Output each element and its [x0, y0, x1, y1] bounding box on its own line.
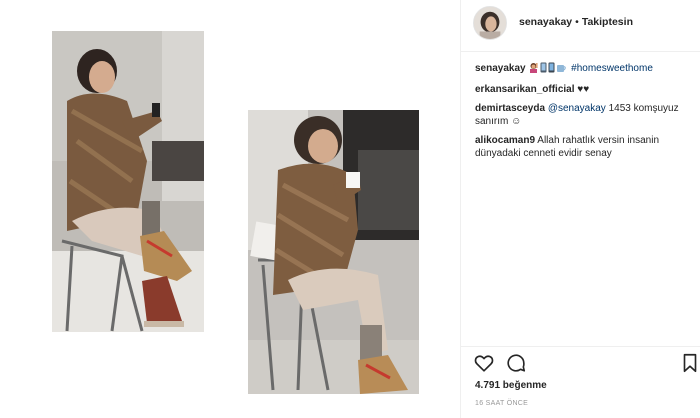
comment-item: alikocaman9 Allah rahatlık versin insani… [475, 134, 697, 160]
speech-bubble-icon[interactable] [505, 352, 527, 374]
comment-item: demirtasceyda @senayakay 1453 komşuyuz s… [475, 102, 697, 128]
phone-emoji-icon [548, 62, 555, 77]
comment-text: ♥♥ [577, 84, 590, 95]
follow-status[interactable]: Takiptesin [582, 16, 633, 28]
divider [461, 346, 700, 347]
heart-icon[interactable] [473, 352, 495, 374]
post-header: senayakay • Takiptesin [461, 0, 700, 52]
comment-username-link[interactable]: alikocaman9 [475, 135, 535, 146]
hashtag-link[interactable]: #homesweethome [571, 63, 653, 74]
mention-link[interactable]: @senayakay [548, 103, 606, 114]
post-photo-right[interactable] [248, 110, 419, 394]
post-photo-left[interactable] [52, 31, 204, 332]
header-username-link[interactable]: senayakay [519, 16, 572, 28]
comments-list: senayakay #homesweethome erkansarikan_of… [475, 62, 697, 166]
phone-emoji-icon [540, 62, 547, 77]
comment-username-link[interactable]: erkansarikan_official [475, 84, 575, 95]
comment-item: erkansarikan_official ♥♥ [475, 83, 697, 96]
woman-raising-hand-emoji-icon [528, 62, 539, 77]
profile-picture-image [474, 7, 506, 39]
comment-username-link[interactable]: demirtasceyda [475, 103, 545, 114]
post-timestamp[interactable]: 16 SAAT ÖNCE [475, 400, 528, 407]
post-media[interactable] [0, 0, 460, 418]
separator-dot: • [575, 16, 579, 28]
post-sidebar: senayakay • Takiptesin senayakay #homeswee… [460, 0, 700, 418]
photo-woman-sitting-image [52, 31, 204, 332]
photo-woman-drinking-image [248, 110, 419, 394]
bookmark-icon[interactable] [679, 352, 700, 374]
comment-username-link[interactable]: senayakay [475, 63, 526, 74]
avatar[interactable] [473, 6, 507, 40]
mug-emoji-icon [556, 62, 567, 77]
caption: senayakay #homesweethome [475, 62, 697, 77]
header-text: senayakay • Takiptesin [519, 16, 633, 28]
likes-count[interactable]: 4.791 beğenme [475, 380, 547, 391]
